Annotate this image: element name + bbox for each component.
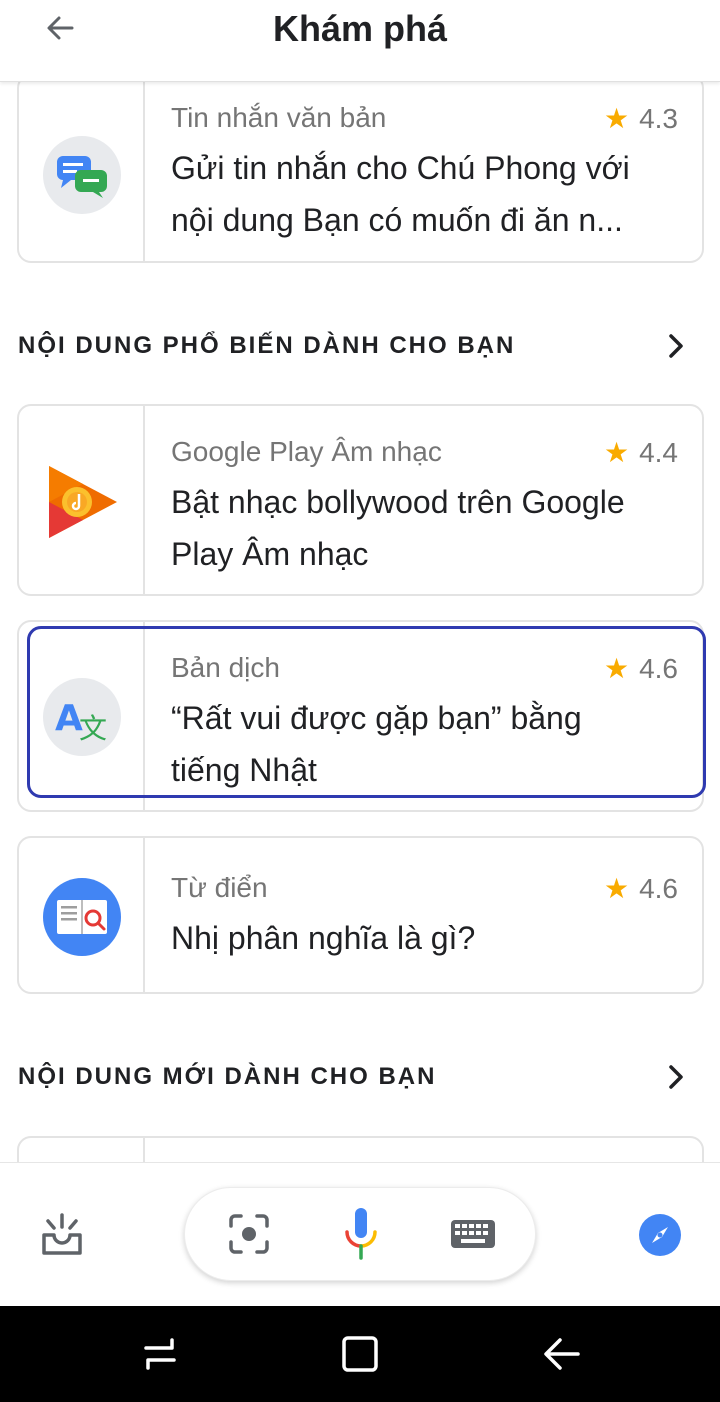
card-text-message[interactable]: Tin nhắn văn bản ★ 4.3 Gửi tin nhắn cho C… (17, 74, 704, 263)
section-new[interactable]: NỘI DUNG MỚI DÀNH CHO BẠN (18, 1057, 692, 1097)
inbox-sparkle-icon (42, 1213, 82, 1255)
card-icon-column (19, 76, 145, 261)
card-rating: ★ 4.4 (604, 436, 678, 469)
card-text: Gửi tin nhắn cho Chú Phong với nội dung … (171, 142, 674, 246)
recents-icon (144, 1338, 176, 1370)
messages-icon (43, 136, 121, 214)
microphone-icon (345, 1208, 377, 1260)
snapshot-button[interactable] (34, 1207, 90, 1263)
chevron-right-icon[interactable] (660, 1061, 692, 1093)
system-navigation-bar (0, 1306, 720, 1402)
star-icon: ★ (603, 103, 630, 134)
section-title: NỘI DUNG MỚI DÀNH CHO BẠN (18, 1063, 437, 1090)
card-category: Bản dịch (171, 652, 280, 683)
star-icon: ★ (603, 653, 630, 684)
page-title: Khám phá (272, 8, 448, 49)
card-rating: ★ 4.3 (604, 102, 678, 135)
star-icon: ★ (603, 437, 630, 468)
card-category: Google Play Âm nhạc (171, 436, 442, 467)
back-arrow-icon (544, 1338, 580, 1370)
card-text: Bật nhạc bollywood trên Google Play Âm n… (171, 476, 674, 580)
card-icon-column (19, 406, 145, 594)
svg-text:文: 文 (79, 712, 107, 745)
card-text-line: Nhị phân nghĩa là gì? (171, 920, 476, 956)
card-text-line: “Rất vui được gặp bạn” bằng (171, 700, 582, 736)
system-back-button[interactable] (536, 1328, 588, 1380)
card-rating: ★ 4.6 (604, 652, 678, 685)
recents-button[interactable] (134, 1328, 186, 1380)
section-title: NỘI DUNG PHỔ BIẾN DÀNH CHO BẠN (18, 332, 516, 359)
rating-value: 4.6 (639, 873, 678, 904)
dictionary-icon (43, 878, 121, 956)
home-square-icon (342, 1336, 378, 1372)
card-text-line: Bật nhạc bollywood trên Google (171, 484, 625, 520)
card-text-line: Play Âm nhạc (171, 536, 369, 572)
card-text-line: nội dung Bạn có muốn đi ăn n... (171, 202, 623, 238)
home-button[interactable] (334, 1328, 386, 1380)
card-translate[interactable]: A 文 Bản dịch ★ 4.6 “Rất vui được gặp bạn”… (17, 620, 704, 812)
explore-button[interactable] (632, 1207, 688, 1263)
card-text-line: tiếng Nhật (171, 752, 317, 788)
card-icon-column: A 文 (19, 622, 145, 810)
chevron-right-icon[interactable] (660, 330, 692, 362)
card-text-line: Gửi tin nhắn cho Chú Phong với (171, 150, 630, 186)
play-music-icon (49, 466, 117, 538)
card-text: “Rất vui được gặp bạn” bằng tiếng Nhật (171, 692, 674, 796)
section-popular[interactable]: NỘI DUNG PHỔ BIẾN DÀNH CHO BẠN (18, 326, 692, 366)
card-category: Tin nhắn văn bản (171, 102, 387, 133)
card-google-play-music[interactable]: Google Play Âm nhạc ★ 4.4 Bật nhạc bollyw… (17, 404, 704, 596)
rating-value: 4.4 (639, 437, 678, 468)
lens-button[interactable] (221, 1206, 277, 1262)
translate-icon: A 文 (43, 678, 121, 756)
card-rating: ★ 4.6 (604, 872, 678, 905)
lens-icon (229, 1214, 269, 1254)
card-icon-column (19, 838, 145, 992)
compass-icon (639, 1214, 681, 1256)
card-dictionary[interactable]: Từ điển ★ 4.6 Nhị phân nghĩa là gì? (17, 836, 704, 994)
assistant-bottom-bar (0, 1162, 720, 1306)
keyboard-button[interactable] (445, 1206, 501, 1262)
input-pill (184, 1187, 536, 1281)
keyboard-icon (451, 1220, 495, 1248)
star-icon: ★ (603, 873, 630, 904)
rating-value: 4.3 (639, 103, 678, 134)
mic-button[interactable] (333, 1206, 389, 1262)
rating-value: 4.6 (639, 653, 678, 684)
card-category: Từ điển (171, 872, 268, 903)
card-text: Nhị phân nghĩa là gì? (171, 912, 674, 964)
app-header: Khám phá (0, 0, 720, 82)
